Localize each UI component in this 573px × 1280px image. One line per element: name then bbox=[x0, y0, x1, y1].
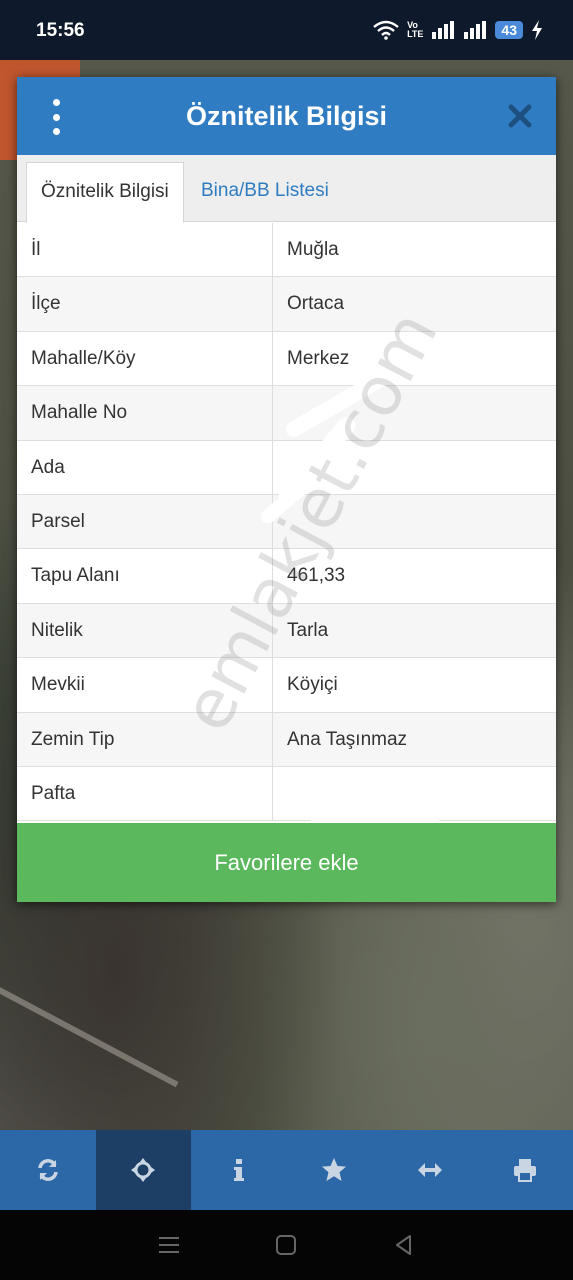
star-icon bbox=[322, 1158, 347, 1181]
move-button[interactable] bbox=[95, 1130, 191, 1210]
table-row: Pafta bbox=[17, 766, 556, 822]
favorite-toolbar-button[interactable] bbox=[287, 1130, 383, 1210]
signal-icon-2 bbox=[464, 21, 487, 39]
row-label: Ada bbox=[17, 440, 273, 494]
row-label: İlçe bbox=[17, 277, 273, 331]
table-row: Mahalle/Köy Merkez bbox=[17, 331, 556, 387]
measure-button[interactable] bbox=[382, 1130, 478, 1210]
row-value: Ana Taşınmaz bbox=[287, 728, 408, 750]
back-icon[interactable] bbox=[392, 1233, 416, 1257]
menu-icon-system[interactable] bbox=[157, 1233, 181, 1257]
row-label: Mahalle/Köy bbox=[17, 331, 273, 386]
status-bar: 15:56 Vo LTE 43 bbox=[0, 0, 573, 60]
status-icons: Vo LTE 43 bbox=[373, 20, 543, 40]
bottom-toolbar bbox=[0, 1130, 573, 1210]
dialog-title: Öznitelik Bilgisi bbox=[185, 101, 388, 131]
info-icon bbox=[233, 1159, 244, 1181]
row-label: Parsel bbox=[17, 494, 273, 549]
row-value: Tarla bbox=[287, 619, 329, 641]
print-icon bbox=[514, 1159, 537, 1182]
attribute-dialog: Öznitelik Bilgisi Öznitelik Bilgisi Bina… bbox=[17, 77, 556, 902]
table-row: Zemin Tip Ana Taşınmaz bbox=[17, 712, 556, 767]
refresh-icon bbox=[38, 1159, 58, 1181]
favorite-button[interactable]: Favorilere ekle bbox=[17, 823, 556, 902]
close-icon[interactable] bbox=[504, 100, 536, 132]
row-value: Muğla bbox=[287, 239, 339, 260]
tab-building-list[interactable]: Bina/BB Listesi bbox=[187, 162, 343, 221]
row-value: Köyiçi bbox=[287, 674, 338, 696]
move-icon bbox=[131, 1158, 156, 1182]
tab-bar: Öznitelik Bilgisi Bina/BB Listesi bbox=[17, 155, 556, 223]
row-label: Mahalle No bbox=[17, 386, 273, 440]
resize-horizontal-icon bbox=[417, 1163, 442, 1177]
refresh-button[interactable] bbox=[0, 1130, 96, 1210]
row-label: İl bbox=[17, 223, 273, 277]
home-icon[interactable] bbox=[274, 1233, 298, 1257]
network-label-bottom: LTE bbox=[407, 29, 424, 39]
row-label: Pafta bbox=[17, 766, 273, 821]
status-time: 15:56 bbox=[36, 20, 85, 41]
table-row: Mevkii Köyiçi bbox=[17, 658, 556, 713]
signal-icon bbox=[432, 21, 455, 39]
battery-badge: 43 bbox=[495, 21, 523, 39]
dialog-header: Öznitelik Bilgisi bbox=[17, 77, 556, 155]
tab-attribute-info[interactable]: Öznitelik Bilgisi bbox=[26, 162, 184, 223]
row-value bbox=[273, 767, 556, 820]
table-row: İlçe Ortaca bbox=[17, 277, 556, 332]
print-button[interactable] bbox=[478, 1130, 573, 1210]
network-label: Vo LTE bbox=[407, 21, 423, 39]
charging-icon bbox=[532, 20, 542, 40]
system-nav-bar bbox=[0, 1210, 573, 1280]
wifi-icon bbox=[373, 20, 399, 40]
table-row: İl Muğla bbox=[17, 223, 556, 278]
info-button[interactable] bbox=[191, 1130, 287, 1210]
